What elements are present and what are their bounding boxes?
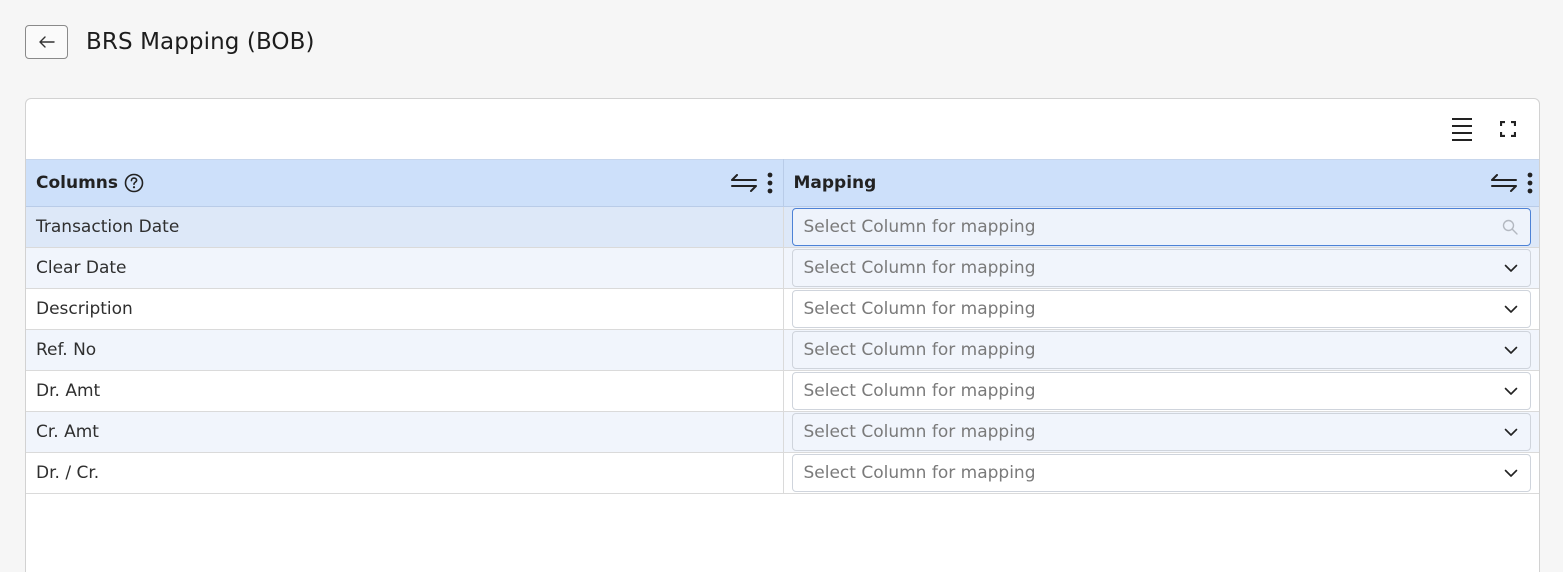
density-lines-icon[interactable] xyxy=(1449,116,1475,142)
mapping-header: Mapping xyxy=(783,159,1539,207)
column-name-cell: Transaction Date xyxy=(26,206,784,248)
columns-header: Columns xyxy=(26,159,784,207)
chevron-down-icon xyxy=(1504,305,1518,314)
mapping-table: Columns Mapping Transaction Date Select … xyxy=(26,159,1539,494)
arrow-left-icon xyxy=(38,33,55,52)
chevron-down-icon xyxy=(1504,264,1518,273)
mapping-cell: Select Column for mapping xyxy=(783,452,1539,494)
table-row[interactable]: Ref. No Select Column for mapping xyxy=(26,329,1539,371)
chevron-down-icon xyxy=(1504,346,1518,355)
vertical-dots-icon[interactable] xyxy=(1527,172,1533,194)
column-name-cell: Cr. Amt xyxy=(26,411,784,453)
mapping-select-placeholder: Select Column for mapping xyxy=(803,381,1036,401)
chevron-down-icon xyxy=(1504,469,1518,478)
mapping-cell: Select Column for mapping xyxy=(783,329,1539,371)
mapping-select[interactable]: Select Column for mapping xyxy=(791,372,1531,410)
mapping-select[interactable]: Select Column for mapping xyxy=(791,331,1531,369)
mapping-select[interactable]: Select Column for mapping xyxy=(791,454,1531,492)
swap-arrows-icon[interactable] xyxy=(730,174,757,192)
mapping-cell xyxy=(783,206,1539,248)
table-toolbar xyxy=(26,99,1539,159)
swap-arrows-icon[interactable] xyxy=(1491,174,1517,192)
mapping-select-placeholder: Select Column for mapping xyxy=(803,463,1036,483)
chevron-down-icon xyxy=(1504,428,1518,437)
mapping-cell: Select Column for mapping xyxy=(783,411,1539,453)
back-button[interactable] xyxy=(25,25,68,59)
mapping-select[interactable]: Select Column for mapping xyxy=(791,290,1531,328)
table-row[interactable]: Transaction Date xyxy=(26,206,1539,248)
table-header-row: Columns Mapping xyxy=(26,159,1539,207)
page-header: BRS Mapping (BOB) xyxy=(25,25,315,59)
mapping-header-label: Mapping xyxy=(793,173,877,193)
mapping-table-card: Columns Mapping Transaction Date Select … xyxy=(25,98,1540,572)
vertical-dots-icon[interactable] xyxy=(767,172,773,194)
chevron-down-icon xyxy=(1504,387,1518,396)
mapping-cell: Select Column for mapping xyxy=(783,370,1539,412)
table-row[interactable]: Dr. Amt Select Column for mapping xyxy=(26,370,1539,412)
mapping-select-placeholder: Select Column for mapping xyxy=(803,299,1036,319)
column-name-cell: Dr. Amt xyxy=(26,370,784,412)
page-title: BRS Mapping (BOB) xyxy=(86,29,315,55)
mapping-select-placeholder: Select Column for mapping xyxy=(803,422,1036,442)
mapping-select-placeholder: Select Column for mapping xyxy=(803,340,1036,360)
table-row[interactable]: Clear Date Select Column for mapping xyxy=(26,247,1539,289)
mapping-search-input[interactable] xyxy=(803,217,1502,237)
fullscreen-icon[interactable] xyxy=(1497,116,1519,142)
columns-header-label: Columns xyxy=(36,173,119,193)
question-circle-icon[interactable] xyxy=(124,173,144,193)
table-row[interactable]: Description Select Column for mapping xyxy=(26,288,1539,330)
table-row[interactable]: Dr. / Cr. Select Column for mapping xyxy=(26,452,1539,494)
search-icon xyxy=(1502,219,1518,235)
mapping-select-placeholder: Select Column for mapping xyxy=(803,258,1036,278)
table-row[interactable]: Cr. Amt Select Column for mapping xyxy=(26,411,1539,453)
mapping-cell: Select Column for mapping xyxy=(783,288,1539,330)
mapping-cell: Select Column for mapping xyxy=(783,247,1539,289)
mapping-select-active[interactable] xyxy=(791,208,1531,246)
column-name-cell: Ref. No xyxy=(26,329,784,371)
column-name-cell: Dr. / Cr. xyxy=(26,452,784,494)
mapping-select[interactable]: Select Column for mapping xyxy=(791,249,1531,287)
mapping-select[interactable]: Select Column for mapping xyxy=(791,413,1531,451)
column-name-cell: Clear Date xyxy=(26,247,784,289)
column-name-cell: Description xyxy=(26,288,784,330)
